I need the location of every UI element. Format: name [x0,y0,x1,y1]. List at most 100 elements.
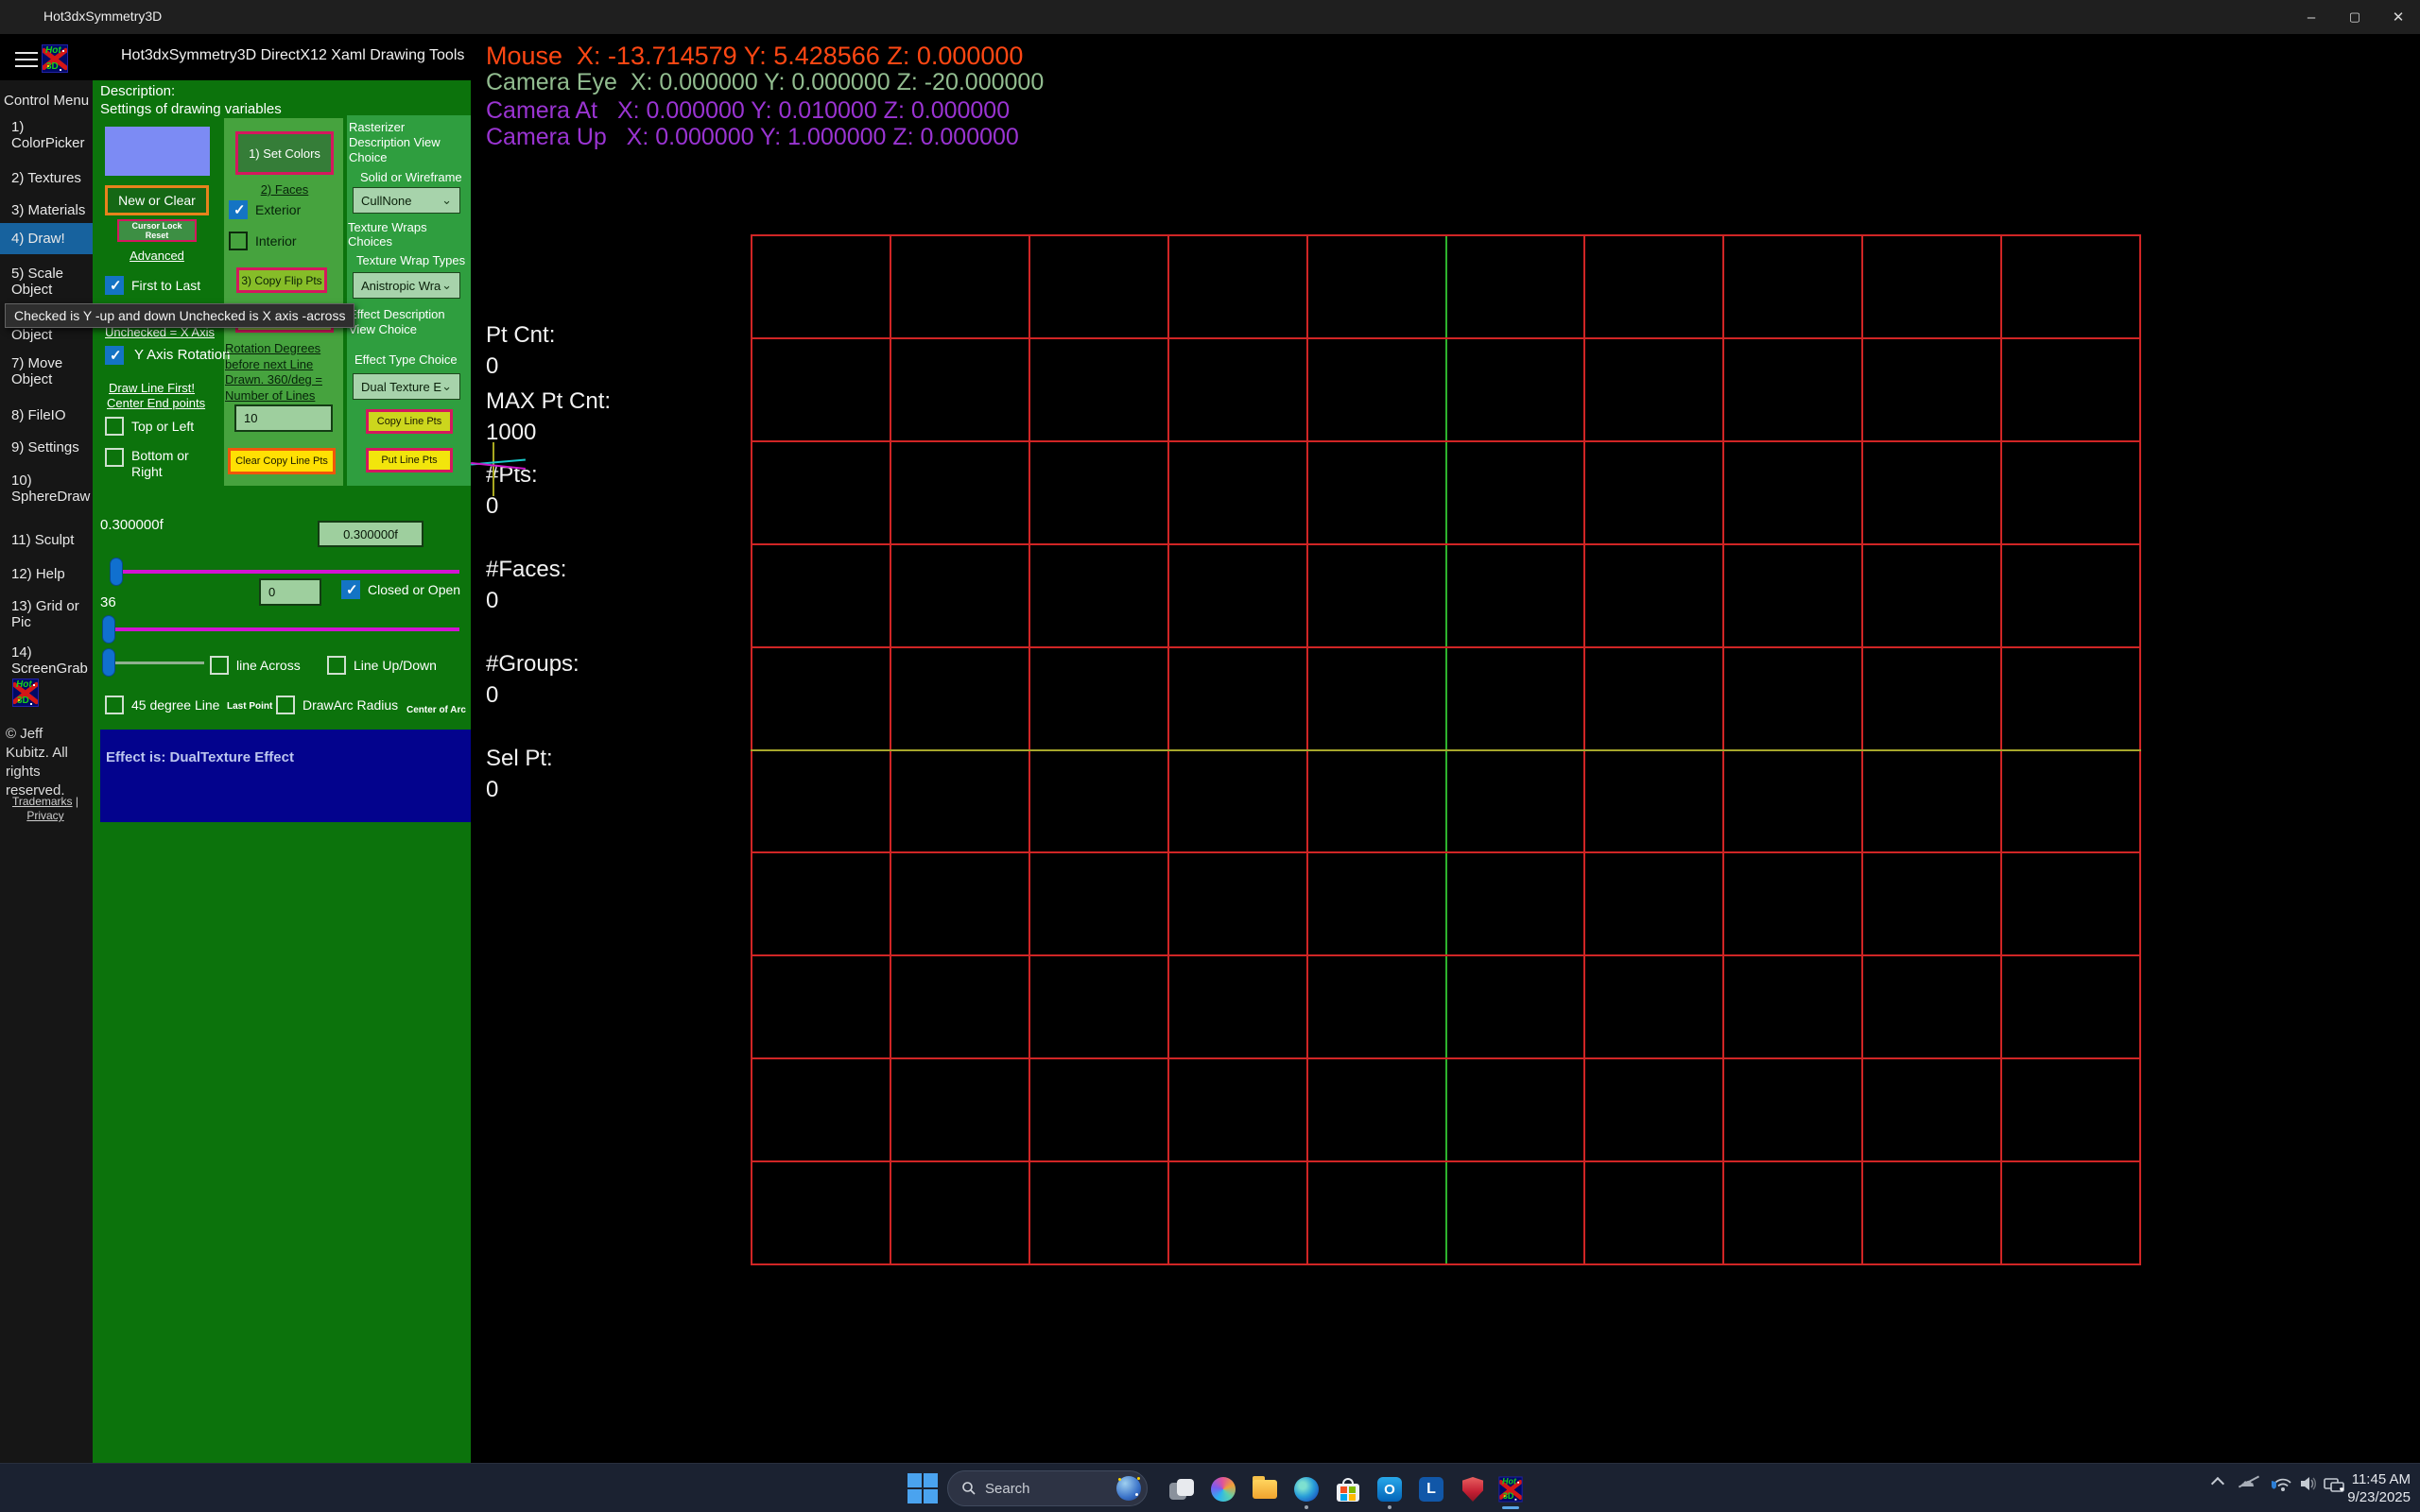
trademarks-link[interactable]: Trademarks [12,795,73,808]
effect-banner: Effect is: DualTexture Effect [100,730,471,822]
file-explorer-icon[interactable] [1244,1469,1286,1510]
sidebar-item-9[interactable]: 9) Settings [11,439,91,455]
top-or-left-checkbox[interactable] [105,417,124,436]
first-to-last-label: First to Last [131,278,200,293]
sidebar-item-5[interactable]: 5) Scale Object [11,266,91,298]
mouse-readout: Mouse X: -13.714579 Y: 5.428566 Z: 0.000… [486,42,1023,71]
slider-thumb[interactable] [102,648,115,677]
store-icon[interactable] [1327,1469,1369,1510]
camera-at-readout: Camera At X: 0.000000 Y: 0.010000 Z: 0.0… [486,97,1010,125]
slider-thumb[interactable] [102,615,115,644]
new-or-clear-button[interactable]: New or Clear [105,185,209,215]
stat-faces: #Faces:0 [486,554,566,616]
cursor-lock-reset-button[interactable]: Cursor Lock Reset [117,219,197,242]
sidebar-item-13[interactable]: 13) Grid or Pic [11,598,91,630]
count-input[interactable] [259,578,321,606]
first-to-last-checkbox[interactable] [105,276,124,295]
line-up-down-checkbox[interactable] [327,656,346,675]
origin-axis-vertical [493,442,494,496]
stat-selpt: Sel Pt:0 [486,743,553,805]
search-placeholder: Search [985,1481,1116,1497]
cull-mode-dropdown[interactable]: CullNone ⌄ [353,187,460,214]
chevron-up-icon[interactable] [2213,1475,2222,1488]
draw-line-first-link[interactable]: Draw Line First! [109,381,195,395]
start-button[interactable] [906,1471,940,1505]
cull-mode-value: CullNone [361,194,411,208]
closed-or-open-checkbox[interactable] [341,580,360,599]
short-slider[interactable] [100,648,208,677]
clock[interactable]: 11:45 AM 9/23/2025 [2335,1470,2411,1506]
volume-icon[interactable] [2299,1475,2318,1497]
sidebar-item-10[interactable]: 10) SphereDraw [11,472,91,505]
app-window: Hot3dxSymmetry3D – ▢ ✕ Hot3D Hot3dxSymme… [0,0,2420,1512]
texture-wrap-value: Anistropic Wra [361,279,441,293]
exterior-checkbox[interactable] [229,200,248,219]
copy-flip-pts-button[interactable]: 3) Copy Flip Pts [236,267,327,293]
set-colors-button[interactable]: 1) Set Colors [235,131,334,175]
privacy-link[interactable]: Privacy [26,809,63,822]
interior-checkbox[interactable] [229,232,248,250]
maximize-icon[interactable]: ▢ [2333,0,2377,34]
put-line-pts-button[interactable]: Put Line Pts [366,448,453,472]
hot3dx-logo: Hot3D [42,44,68,73]
effect-type-choice-label: Effect Type Choice [354,352,458,367]
copy-line-pts-button[interactable]: Copy Line Pts [366,409,453,434]
float-value-box[interactable] [318,521,424,547]
task-view-icon[interactable] [1161,1469,1202,1510]
edge-icon[interactable] [1286,1469,1327,1510]
outlook-icon[interactable]: O [1369,1469,1410,1510]
texture-wraps-choices-label: Texture Wraps Choices [348,220,471,249]
sidebar-item-4[interactable]: 4) Draw! [0,223,93,254]
minimize-icon[interactable]: – [2290,0,2333,34]
network-shield-icon[interactable] [2271,1475,2291,1497]
hot3dx-logo: Hot3D [12,679,39,707]
copilot-icon[interactable] [1202,1469,1244,1510]
sidebar-item-14[interactable]: 14) ScreenGrab [11,644,91,677]
y-axis-rotation-checkbox[interactable] [105,346,124,365]
faces-link[interactable]: 2) Faces [235,182,334,197]
slider-thumb[interactable] [110,558,123,586]
close-icon[interactable]: ✕ [2377,0,2420,34]
sidebar-item-6[interactable]: Object [11,327,91,343]
draw-arc-radius-checkbox[interactable] [276,696,295,714]
solid-or-wireframe-label: Solid or Wireframe [360,170,462,184]
sidebar-item-11[interactable]: 11) Sculpt [11,532,91,548]
texture-wrap-types-label: Texture Wrap Types [356,253,465,267]
texture-wrap-dropdown[interactable]: Anistropic Wra ⌄ [353,272,460,299]
line-across-checkbox[interactable] [210,656,229,675]
float-value-label: 0.300000f [100,517,164,533]
deg45-line-checkbox[interactable] [105,696,124,714]
center-end-points-link[interactable]: Center End points [107,396,205,410]
exterior-label: Exterior [255,202,301,217]
sidebar-item-3[interactable]: 3) Materials [11,202,91,218]
degrees-slider[interactable] [100,615,463,644]
sidebar-item-7[interactable]: 7) Move Object [11,355,91,387]
chevron-down-icon: ⌄ [441,379,452,394]
titlebar: Hot3dxSymmetry3D – ▢ ✕ [0,0,2420,34]
bottom-or-right-checkbox[interactable] [105,448,124,467]
color-swatch[interactable] [105,127,210,176]
stat-ptcnt: Pt Cnt:0 [486,319,555,382]
sidebar-item-8[interactable]: 8) FileIO [11,407,91,423]
search-box[interactable]: Search [947,1470,1148,1506]
rasterizer-header: Rasterizer Description View Choice [349,120,468,165]
sidebar-item-1[interactable]: 1) ColorPicker [11,119,91,151]
hot3dx-taskbar-icon[interactable]: Hot3D [1490,1469,1531,1510]
number-of-lines-input[interactable] [234,404,333,432]
axis-tooltip: Checked is Y -up and down Unchecked is X… [5,303,354,328]
draw-arc-radius-label: DrawArc Radius [302,697,398,713]
advanced-link[interactable]: Advanced [105,249,209,263]
chevron-down-icon: ⌄ [441,278,452,293]
search-highlight-image[interactable] [1116,1476,1141,1501]
l-app-icon[interactable]: L [1410,1469,1452,1510]
rotation-degrees-note[interactable]: Rotation Degrees before next Line Drawn.… [225,341,340,404]
clear-copy-line-pts-button[interactable]: Clear Copy Line Pts [228,448,336,474]
time-text: 11:45 AM [2335,1470,2411,1488]
sidebar-item-12[interactable]: 12) Help [11,566,91,582]
effect-type-dropdown[interactable]: Dual Texture E ⌄ [353,373,460,400]
deg45-line-label: 45 degree Line [131,697,219,713]
sidebar-item-2[interactable]: 2) Textures [11,170,91,186]
security-shield-icon[interactable] [1452,1469,1494,1510]
interior-label: Interior [255,233,297,249]
hamburger-menu-icon[interactable] [15,52,38,69]
